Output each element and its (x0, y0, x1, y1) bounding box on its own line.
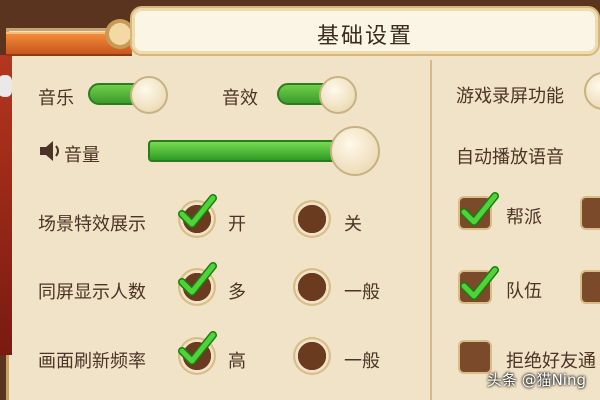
column-divider (430, 60, 432, 400)
auto-play-voice-label: 自动播放语音 (456, 147, 564, 168)
volume-label: 音量 (64, 145, 100, 166)
scene-effects-on-label: 开 (228, 214, 246, 235)
refresh-rate-normal-label: 一般 (344, 351, 380, 372)
music-toggle[interactable] (88, 76, 168, 114)
title-banner: 基础设置 (130, 6, 600, 56)
screen-count-normal-radio[interactable] (293, 268, 331, 306)
extra-checkbox-2[interactable] (580, 270, 600, 304)
screen-record-label: 游戏录屏功能 (456, 86, 564, 107)
scene-effects-off-label: 关 (344, 214, 362, 235)
volume-slider-handle[interactable] (330, 126, 380, 176)
page-title: 基础设置 (316, 24, 413, 49)
team-checkbox[interactable] (458, 266, 499, 304)
refresh-rate-label: 画面刷新频率 (38, 351, 146, 372)
team-label: 队伍 (506, 281, 542, 302)
speaker-icon (40, 141, 59, 161)
left-decoration (0, 55, 12, 355)
guild-checkbox[interactable] (458, 192, 499, 230)
scene-effects-label: 场景特效展示 (38, 214, 146, 235)
screen-count-label: 同屏显示人数 (38, 282, 146, 303)
refresh-rate-normal-radio[interactable] (293, 337, 331, 375)
screen-count-normal-label: 一般 (344, 282, 380, 303)
gem-decoration (0, 75, 12, 97)
sfx-toggle-knob[interactable] (319, 76, 357, 114)
watermark: 头条 @猫Ning (486, 371, 586, 389)
sfx-label: 音效 (222, 88, 258, 109)
scene-effects-on-radio[interactable] (178, 194, 217, 238)
scene-effects-off-radio[interactable] (293, 200, 331, 238)
guild-label: 帮派 (506, 207, 542, 228)
screen-count-many-radio[interactable] (178, 262, 217, 306)
music-toggle-knob[interactable] (130, 76, 168, 114)
sfx-toggle[interactable] (277, 76, 357, 114)
refresh-rate-high-radio[interactable] (178, 331, 217, 375)
screen-count-many-label: 多 (228, 282, 246, 303)
extra-checkbox-1[interactable] (580, 196, 600, 230)
music-label: 音乐 (38, 88, 74, 109)
refresh-rate-high-label: 高 (228, 351, 246, 372)
